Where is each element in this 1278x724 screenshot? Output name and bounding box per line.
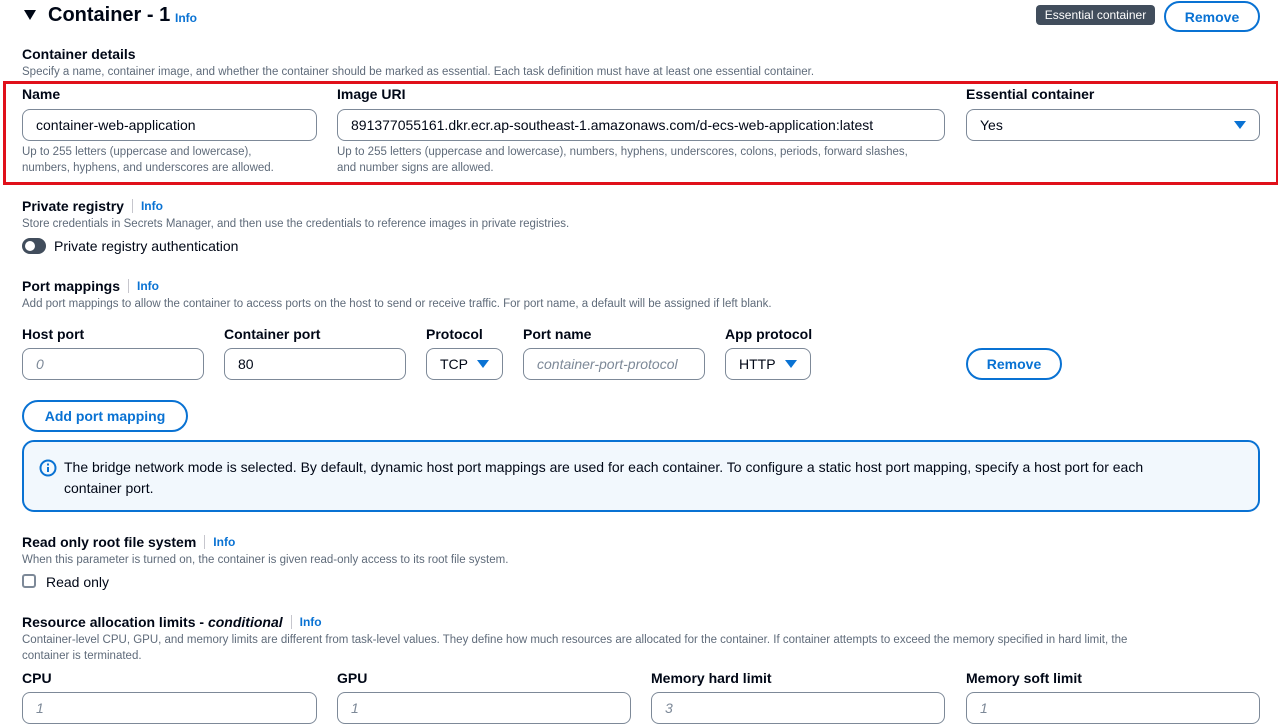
container-details-description: Specify a name, container image, and whe… [22,66,815,78]
essential-container-select[interactable]: Yes [966,109,1260,141]
read-only-heading: Read only root file system [22,534,197,550]
add-port-mapping-button[interactable]: Add port mapping [22,400,188,432]
dropdown-arrow-icon [785,360,797,368]
protocol-value: TCP [440,356,468,372]
remove-container-button[interactable]: Remove [1164,1,1260,32]
container-title: Container - 1 [48,4,171,26]
heading-divider [128,279,130,293]
container-port-value: 80 [238,356,254,372]
cpu-input[interactable]: 1 [22,692,317,724]
image-uri-value: 891377055161.dkr.ecr.ap-southeast-1.amaz… [351,117,874,133]
port-name-input[interactable]: container-port-protocol [523,348,705,380]
port-mappings-header: Port mappings Info [22,278,159,294]
image-uri-hint: Up to 255 letters (uppercase and lowerca… [337,144,908,176]
read-only-description: When this parameter is turned on, the co… [22,554,509,566]
gpu-input[interactable]: 1 [337,692,631,724]
container-port-label: Container port [224,326,321,342]
essential-container-label: Essential container [966,86,1095,102]
read-only-info-link[interactable]: Info [213,535,235,549]
memory-hard-limit-input[interactable]: 3 [651,692,945,724]
resource-limits-description-line-2: container is terminated. [22,650,142,662]
bridge-mode-alert: The bridge network mode is selected. By … [22,440,1260,512]
read-only-checkbox-label: Read only [46,574,110,590]
info-circle-icon [39,459,57,477]
resource-limits-heading-conditional: conditional [207,614,283,630]
private-registry-info-link[interactable]: Info [141,199,163,213]
name-input-value: container-web-application [36,117,196,133]
port-name-placeholder: container-port-protocol [537,356,678,372]
memory-soft-limit-input[interactable]: 1 [966,692,1260,724]
protocol-label: Protocol [426,326,483,342]
port-name-label: Port name [523,326,592,342]
resource-limits-heading-text: Resource allocation limits - [22,614,205,630]
host-port-input[interactable]: 0 [22,348,204,380]
name-hint: Up to 255 letters (uppercase and lowerca… [22,144,274,176]
port-mappings-info-link[interactable]: Info [137,279,159,293]
app-protocol-value: HTTP [739,356,776,372]
heading-divider [131,199,133,213]
host-port-label: Host port [22,326,85,342]
name-label: Name [22,86,61,102]
read-only-header: Read only root file system Info [22,534,235,550]
gpu-placeholder: 1 [351,700,359,716]
resource-limits-info-link[interactable]: Info [300,615,322,629]
memory-soft-limit-placeholder: 1 [980,700,988,716]
resource-limits-heading: Resource allocation limits - conditional [22,614,283,630]
image-uri-hint-line-1: Up to 255 letters (uppercase and lowerca… [337,146,908,158]
resource-limits-description-line-1: Container-level CPU, GPU, and memory lim… [22,634,1128,646]
image-uri-label: Image URI [337,86,406,102]
dropdown-arrow-icon [477,360,489,368]
container-details-heading: Container details [22,46,136,62]
resource-limits-header: Resource allocation limits - conditional… [22,614,322,630]
port-mappings-description: Add port mappings to allow the container… [22,298,772,310]
essential-container-value: Yes [980,117,1003,133]
private-registry-description: Store credentials in Secrets Manager, an… [22,218,570,230]
alert-line-1: The bridge network mode is selected. By … [64,459,1144,475]
protocol-select[interactable]: TCP [426,348,503,380]
private-registry-header: Private registry Info [22,198,163,214]
memory-hard-limit-placeholder: 3 [665,700,673,716]
gpu-label: GPU [337,670,368,686]
memory-soft-limit-label: Memory soft limit [966,670,1082,686]
collapse-caret-icon[interactable] [24,10,36,20]
resource-limits-description: Container-level CPU, GPU, and memory lim… [22,632,1127,664]
private-registry-toggle[interactable] [22,238,46,254]
host-port-placeholder: 0 [36,356,44,372]
port-mappings-heading: Port mappings [22,278,121,294]
container-info-link[interactable]: Info [175,11,197,25]
memory-hard-limit-label: Memory hard limit [651,670,772,686]
heading-divider [204,535,206,549]
image-uri-input[interactable]: 891377055161.dkr.ecr.ap-southeast-1.amaz… [337,109,945,141]
private-registry-toggle-label: Private registry authentication [54,238,239,254]
container-port-input[interactable]: 80 [224,348,406,380]
toggle-knob [25,241,35,251]
private-registry-heading: Private registry [22,198,124,214]
name-hint-line-2: numbers, hyphens, and underscores are al… [22,162,274,174]
heading-divider [290,615,292,629]
cpu-placeholder: 1 [36,700,44,716]
name-input[interactable]: container-web-application [22,109,317,141]
app-protocol-select[interactable]: HTTP [725,348,811,380]
cpu-label: CPU [22,670,52,686]
bridge-mode-alert-text: The bridge network mode is selected. By … [64,457,1143,499]
read-only-checkbox[interactable] [22,574,36,588]
image-uri-hint-line-2: and number signs are allowed. [337,162,494,174]
app-protocol-label: App protocol [725,326,813,342]
essential-container-badge: Essential container [1036,5,1155,25]
name-hint-line-1: Up to 255 letters (uppercase and lowerca… [22,146,252,158]
alert-line-2: container port. [64,480,154,496]
remove-port-mapping-button[interactable]: Remove [966,348,1062,380]
dropdown-arrow-icon [1234,121,1246,129]
